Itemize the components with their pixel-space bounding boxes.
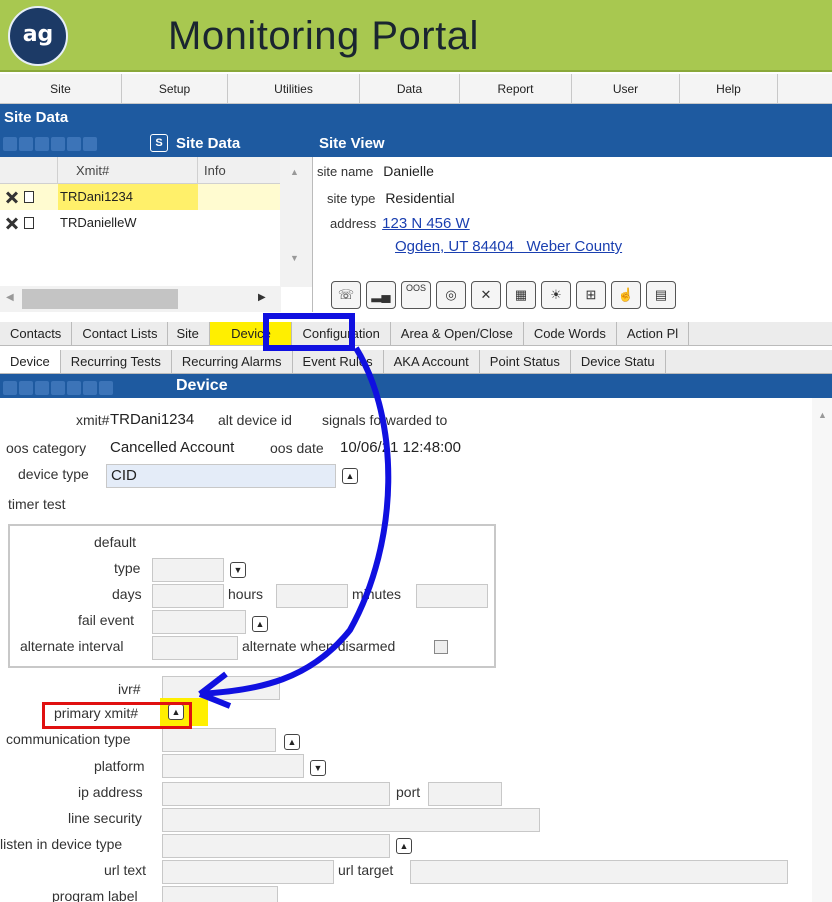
annotation-arrow [198, 346, 392, 709]
annotation-arrow-path [199, 346, 392, 697]
